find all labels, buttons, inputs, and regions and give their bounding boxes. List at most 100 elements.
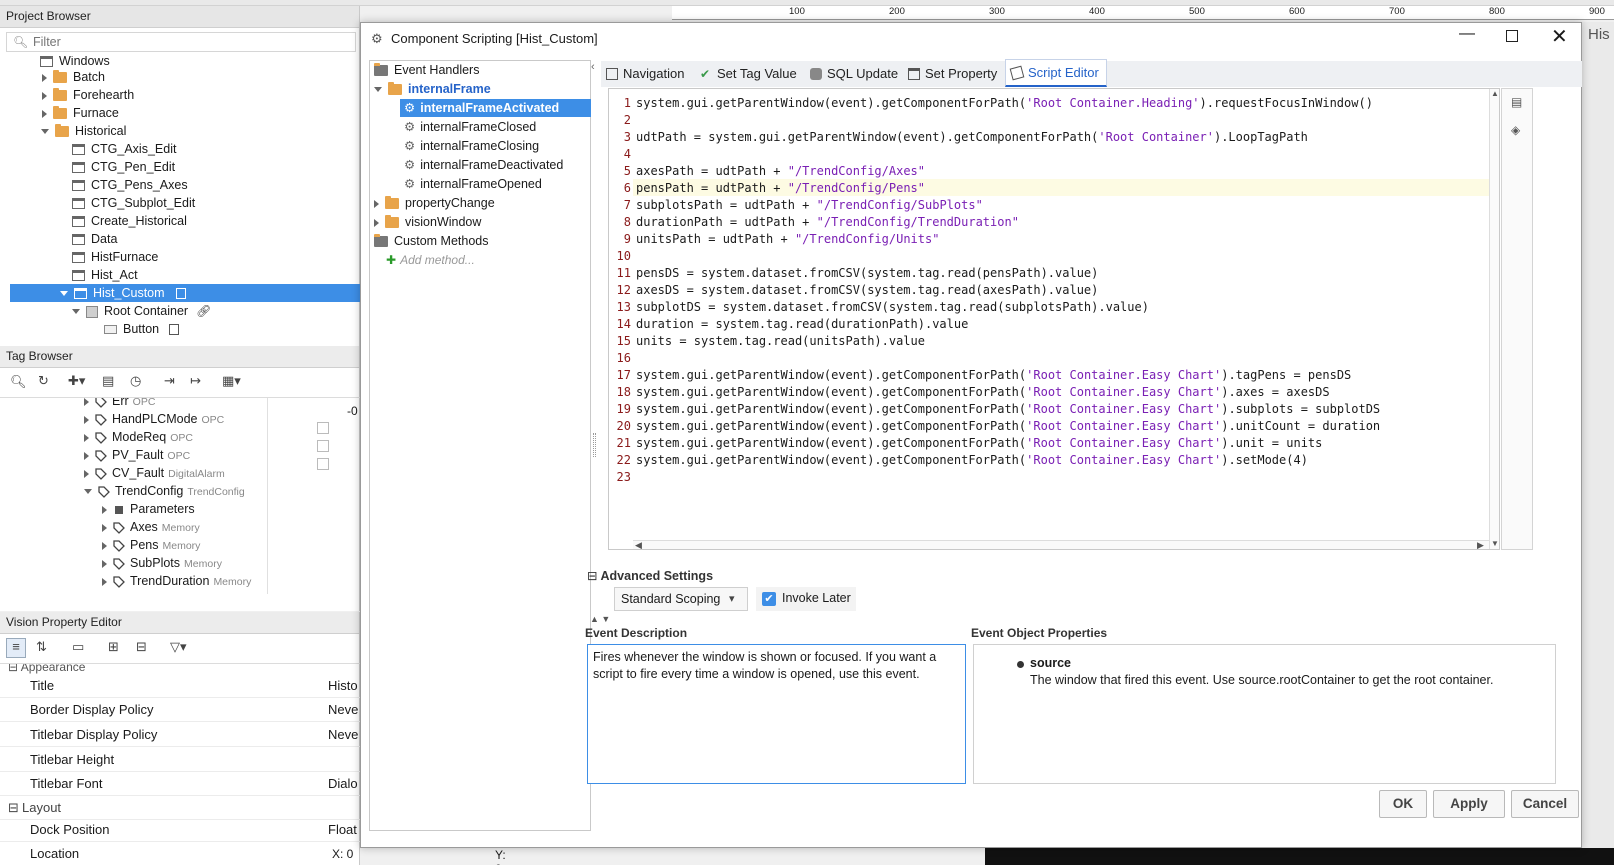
tab-sql-update[interactable]: SQL Update bbox=[805, 61, 901, 87]
snippet-icon[interactable]: ▤ bbox=[1511, 95, 1522, 109]
tree-item-historical[interactable]: Historical bbox=[41, 122, 126, 140]
tag-checkbox-1[interactable] bbox=[317, 422, 329, 434]
invoke-later-checkbox[interactable]: ✔ Invoke Later bbox=[756, 587, 856, 611]
tag-item-pv-fault[interactable]: PV_Fault OPC bbox=[84, 446, 190, 464]
close-button[interactable]: ✕ bbox=[1551, 24, 1568, 49]
scroll-right-arrow-icon[interactable]: ▶ bbox=[1477, 540, 1484, 549]
tag-item-cv-fault[interactable]: CV_Fault DigitalAlarm bbox=[84, 464, 225, 482]
collapse-arrow-icon[interactable] bbox=[60, 291, 68, 297]
prop-row-titlebar-display-policy[interactable]: Titlebar Display Policy Neve bbox=[0, 723, 360, 747]
ok-button[interactable]: OK bbox=[1379, 790, 1427, 818]
collapse-arrow-icon[interactable] bbox=[374, 87, 382, 93]
property-filter-icon[interactable]: ▭ bbox=[72, 639, 84, 655]
appearance-section[interactable]: ⊟ Appearance bbox=[8, 664, 85, 674]
splitter-handle[interactable] bbox=[593, 433, 596, 457]
prop-row-location[interactable]: Location X: 0 bbox=[0, 842, 360, 865]
expand-arrow-icon[interactable] bbox=[84, 433, 89, 442]
tree-item-data[interactable]: Data bbox=[72, 230, 117, 248]
sort-az-icon[interactable]: ⇅ bbox=[36, 639, 47, 655]
horizontal-scrollbar[interactable]: ◀ ▶ bbox=[633, 540, 1489, 549]
tag-item-handplcmode[interactable]: HandPLCMode OPC bbox=[84, 410, 224, 428]
apply-button[interactable]: Apply bbox=[1433, 790, 1505, 818]
event-item-internalframeclosing[interactable]: ⚙ internalFrameClosing bbox=[404, 137, 539, 155]
code-area[interactable]: 1 system.gui.getParentWindow(event).getCo… bbox=[609, 95, 1489, 535]
prop-row-titlebar-height[interactable]: Titlebar Height bbox=[0, 748, 360, 772]
tree-item-create-historical[interactable]: Create_Historical bbox=[72, 212, 187, 230]
history-icon[interactable]: ◷ bbox=[130, 373, 141, 389]
expand-arrow-icon[interactable] bbox=[102, 523, 107, 532]
filter-input[interactable] bbox=[33, 34, 333, 50]
expand-arrow-icon[interactable] bbox=[102, 541, 107, 550]
tree-item-ctg-pen-edit[interactable]: CTG_Pen_Edit bbox=[72, 158, 175, 176]
export-icon[interactable]: ↦ bbox=[190, 373, 201, 389]
advanced-settings-header[interactable]: ⊟ Advanced Settings bbox=[587, 568, 713, 583]
cancel-button[interactable]: Cancel bbox=[1511, 790, 1579, 818]
event-group-visionwindow[interactable]: visionWindow bbox=[374, 213, 481, 231]
table-view-icon[interactable]: ▦▾ bbox=[222, 373, 241, 389]
prop-row-titlebar-font[interactable]: Titlebar Font Dialo bbox=[0, 772, 360, 796]
tag-item-trendconfig[interactable]: TrendConfig TrendConfig bbox=[84, 482, 245, 500]
prop-row-title[interactable]: Title Histo bbox=[0, 674, 360, 698]
prop-row-dock-position[interactable]: Dock Position Float bbox=[0, 818, 360, 842]
add-method-item[interactable]: ✚ Add method... bbox=[386, 251, 475, 269]
tree-item-ctg-subplot-edit[interactable]: CTG_Subplot_Edit bbox=[72, 194, 195, 212]
expand-arrow-icon[interactable] bbox=[374, 218, 379, 227]
expand-all-icon[interactable]: ⊞ bbox=[108, 639, 119, 655]
tree-item-histfurnace[interactable]: HistFurnace bbox=[72, 248, 158, 266]
refresh-icon[interactable]: ↻ bbox=[38, 373, 49, 389]
maximize-button[interactable] bbox=[1506, 30, 1518, 42]
expand-arrow-icon[interactable] bbox=[102, 505, 107, 514]
collapse-arrow-icon[interactable] bbox=[84, 489, 92, 495]
event-item-internalframeopened[interactable]: ⚙ internalFrameOpened bbox=[404, 175, 542, 193]
tag-item-parameters[interactable]: Parameters bbox=[102, 500, 195, 518]
collapse-section-icon[interactable]: ⊟ bbox=[587, 569, 597, 583]
event-group-internalframe[interactable]: internalFrame bbox=[374, 80, 491, 98]
collapse-arrow-icon[interactable] bbox=[72, 309, 80, 315]
expand-arrow-icon[interactable] bbox=[102, 559, 107, 568]
tree-item-hist-act[interactable]: Hist_Act bbox=[72, 266, 138, 284]
scroll-up-arrow-icon[interactable]: ▲ bbox=[1491, 89, 1499, 98]
expand-arrow-icon[interactable] bbox=[102, 577, 107, 586]
event-item-internalframedeactivated[interactable]: ⚙ internalFrameDeactivated bbox=[404, 156, 563, 174]
expand-arrow-icon[interactable] bbox=[374, 199, 379, 208]
categorized-view-icon[interactable]: ≡ bbox=[6, 638, 26, 658]
collapse-arrow-icon[interactable] bbox=[41, 129, 49, 135]
tree-item-ctg-axis-edit[interactable]: CTG_Axis_Edit bbox=[72, 140, 176, 158]
tag-insert-icon[interactable]: ◈ bbox=[1511, 123, 1520, 137]
event-group-propertychange[interactable]: propertyChange bbox=[374, 194, 495, 212]
tab-navigation[interactable]: Navigation bbox=[601, 61, 693, 87]
layout-section[interactable]: ⊟ Layout bbox=[0, 796, 360, 820]
add-tag-icon[interactable]: ✚▾ bbox=[68, 373, 85, 389]
search-icon[interactable]: 🔍︎ bbox=[10, 374, 27, 390]
event-item-internalframeactivated[interactable]: ⚙ internalFrameActivated bbox=[400, 99, 591, 117]
edit-tag-icon[interactable]: ▤ bbox=[102, 373, 114, 389]
event-item-internalframeclosed[interactable]: ⚙ internalFrameClosed bbox=[404, 118, 536, 136]
tree-item-batch[interactable]: Batch bbox=[42, 68, 105, 86]
scroll-down-arrow-icon[interactable]: ▼ bbox=[1491, 539, 1499, 548]
tab-script-editor[interactable]: Script Editor bbox=[1005, 59, 1107, 87]
tree-item-root-container[interactable]: Root Container 🔗︎ bbox=[72, 302, 211, 320]
tag-checkbox-2[interactable] bbox=[317, 440, 329, 452]
tag-item-pens[interactable]: Pens Memory bbox=[102, 536, 200, 554]
scroll-left-arrow-icon[interactable]: ◀ bbox=[635, 540, 642, 549]
script-editor[interactable]: 1 system.gui.getParentWindow(event).getCo… bbox=[608, 88, 1500, 550]
expand-arrow-icon[interactable] bbox=[42, 73, 47, 82]
import-icon[interactable]: ⇥ bbox=[164, 373, 175, 389]
tree-item-button[interactable]: Button bbox=[104, 320, 180, 338]
tree-item-furnace[interactable]: Furnace bbox=[42, 104, 119, 122]
minimize-button[interactable]: — bbox=[1459, 25, 1475, 43]
tree-item-forehearth[interactable]: Forehearth bbox=[42, 86, 134, 104]
expand-arrow-icon[interactable] bbox=[42, 91, 47, 100]
tab-set-tag-value[interactable]: ✔ Set Tag Value bbox=[695, 61, 803, 87]
collapse-left-arrow-icon[interactable]: ‹ bbox=[591, 61, 595, 73]
event-handlers-root[interactable]: Event Handlers bbox=[374, 61, 479, 79]
splitter-arrows[interactable]: ▲ ▼ bbox=[590, 614, 610, 624]
collapse-all-icon[interactable]: ⊟ bbox=[136, 639, 147, 655]
vertical-scrollbar[interactable]: ▲ ▼ bbox=[1489, 89, 1499, 549]
checkbox-checked-icon[interactable]: ✔ bbox=[762, 592, 776, 606]
tab-set-property[interactable]: Set Property bbox=[903, 61, 1003, 87]
expand-arrow-icon[interactable] bbox=[84, 415, 89, 424]
custom-methods-root[interactable]: Custom Methods bbox=[374, 232, 488, 250]
tag-checkbox-3[interactable] bbox=[317, 458, 329, 470]
tag-item-trendduration[interactable]: TrendDuration Memory bbox=[102, 572, 251, 590]
